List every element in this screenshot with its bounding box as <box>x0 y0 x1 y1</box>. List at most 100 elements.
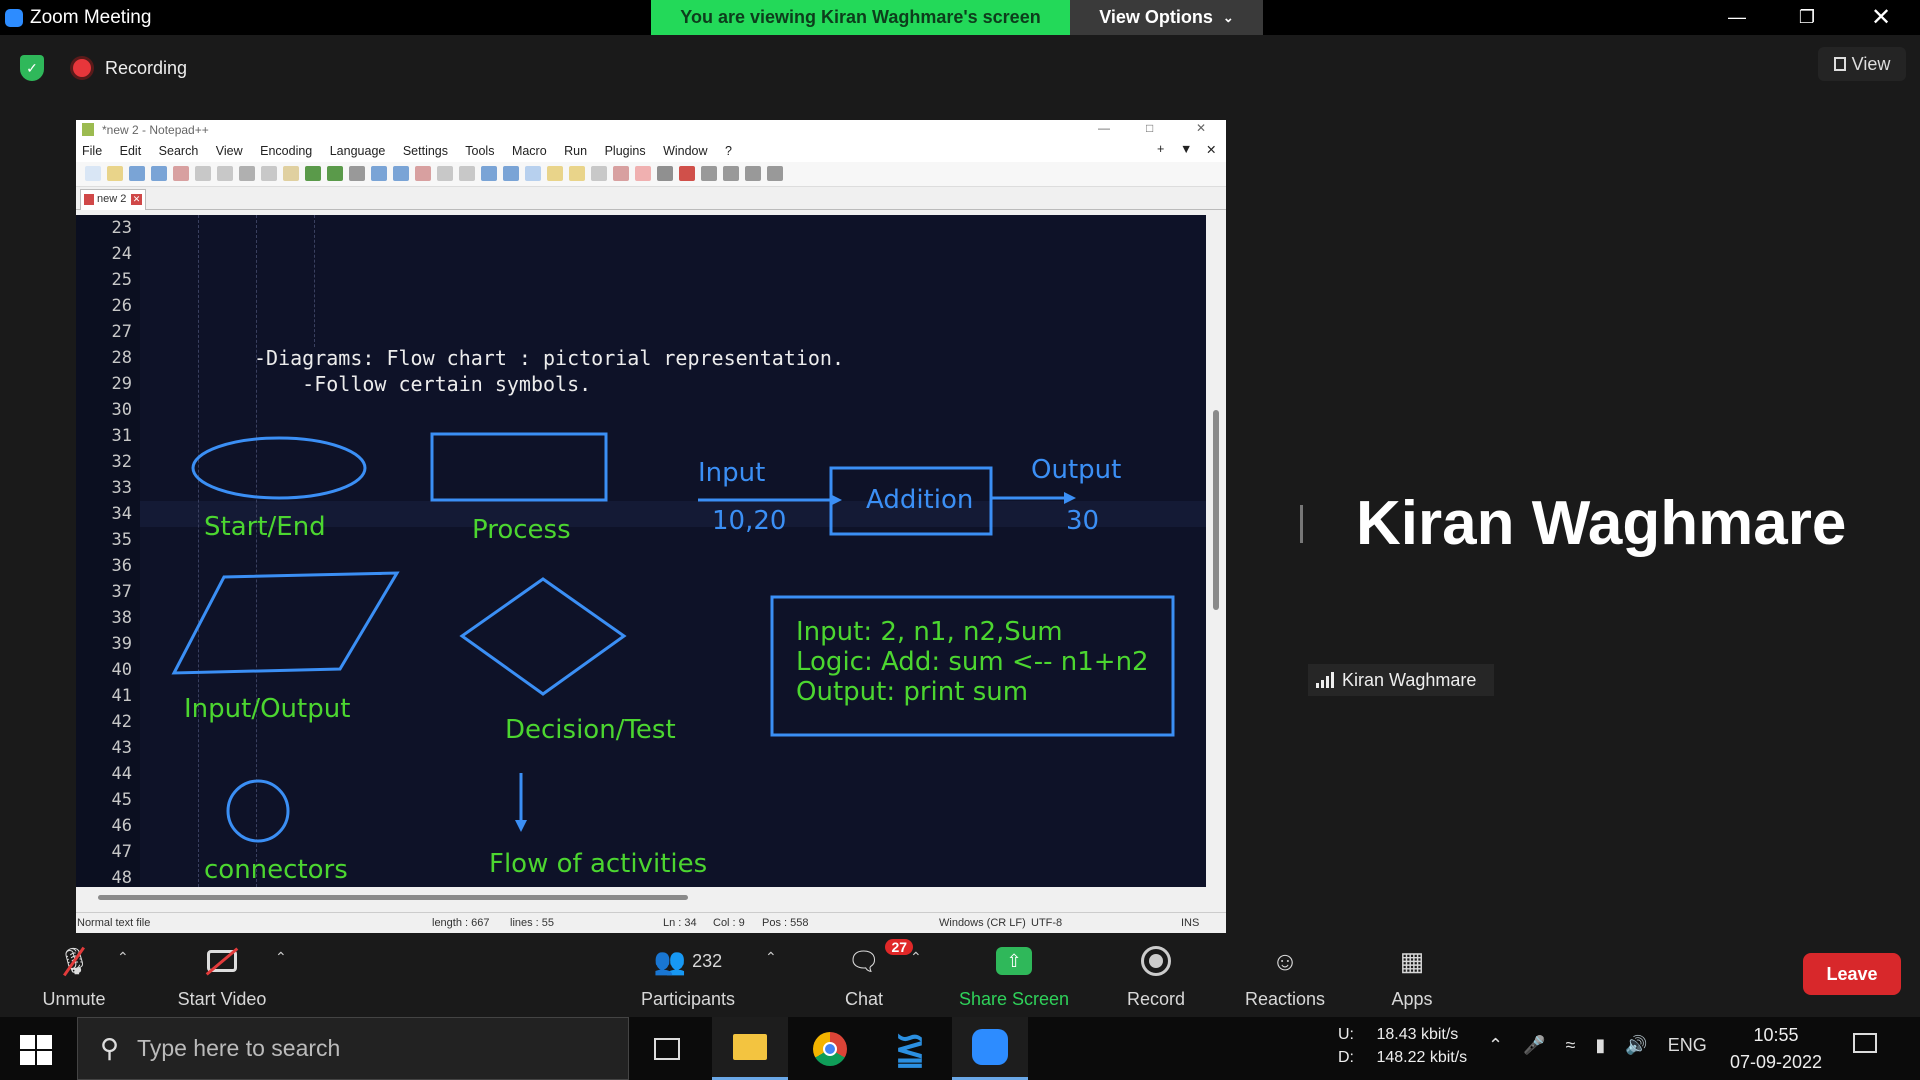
volume-icon[interactable]: 🔊 <box>1625 1035 1647 1056</box>
npp-tab-icon <box>84 194 94 205</box>
logic-box-text: Input: 2, n1, n2,Sum Logic: Add: sum <--… <box>796 617 1149 707</box>
vscode-icon[interactable]: ⪟ <box>872 1017 948 1080</box>
status-length: length : 667 <box>432 917 490 929</box>
file-explorer-icon[interactable] <box>712 1017 788 1080</box>
wifi-icon[interactable]: ≈ <box>1566 1035 1576 1056</box>
start-video-label: Start Video <box>177 989 267 1009</box>
npp-menu-plugins: Plugins <box>604 144 646 158</box>
status-ln: Ln : 34 <box>663 917 697 929</box>
npp-minimize-icon: — <box>1098 121 1110 135</box>
participants-count: 232 <box>692 950 723 971</box>
search-placeholder: Type here to search <box>137 1035 341 1061</box>
restore-button[interactable]: ❐ <box>1772 0 1842 35</box>
label-addition: Addition <box>866 485 974 515</box>
notification-icon[interactable] <box>1853 1033 1881 1061</box>
npp-title-bar: *new 2 - Notepad++ — □ ✕ <box>76 120 1226 140</box>
leave-button[interactable]: Leave <box>1803 953 1901 995</box>
clock-time: 10:55 <box>1753 1025 1799 1045</box>
view-button[interactable]: View <box>1818 47 1906 81</box>
microphone-icon[interactable]: 🎤 <box>1523 1035 1545 1056</box>
clock[interactable]: 10:55 07-09-2022 <box>1726 1022 1826 1076</box>
start-video-button[interactable]: Start Video <box>157 935 287 1017</box>
npp-menu-window: Window <box>663 144 708 158</box>
speaker-tag-label: Kiran Waghmare <box>1342 669 1477 690</box>
vertical-scroll-thumb <box>1213 410 1219 610</box>
recording-label: Recording <box>105 58 188 78</box>
start-end-ellipse <box>191 436 367 500</box>
npp-menu-settings: Settings <box>402 144 449 158</box>
chat-icon: 🗨 27 <box>847 939 914 979</box>
recording-icon <box>73 59 91 77</box>
label-input-output: Input/Output <box>184 694 351 724</box>
video-options-chevron-icon[interactable]: ⌃ <box>275 949 287 966</box>
output-arrow-head <box>1064 492 1076 504</box>
net-up-label: U: <box>1338 1026 1354 1043</box>
npp-menu-run: Run <box>564 144 588 158</box>
active-speaker-name: Kiran Waghmare <box>1356 489 1847 558</box>
app-title: Zoom Meeting <box>30 7 152 28</box>
share-screen-label: Share Screen <box>958 989 1070 1009</box>
reactions-button[interactable]: ☺ Reactions <box>1220 935 1350 1017</box>
chat-chevron-icon[interactable]: ⌃ <box>910 949 922 966</box>
share-screen-icon: ⇧ <box>996 947 1032 975</box>
npp-status-bar: Normal text file length : 667 lines : 55… <box>76 912 1226 933</box>
connector-circle <box>226 779 290 843</box>
unmute-label: Unmute <box>42 989 106 1009</box>
npp-menu-encoding: Encoding <box>260 144 313 158</box>
participants-chevron-icon[interactable]: ⌃ <box>765 949 777 966</box>
npp-menu-file: File <box>82 144 103 158</box>
apps-button[interactable]: ▦ Apps <box>1347 935 1477 1017</box>
close-button[interactable]: ✕ <box>1846 0 1916 35</box>
chat-button[interactable]: 🗨 27 Chat <box>799 935 929 1017</box>
share-screen-button[interactable]: ⇧ Share Screen <box>949 935 1079 1017</box>
view-label: View <box>1851 53 1891 74</box>
input-output-parallelogram <box>171 571 400 675</box>
status-ins: INS <box>1181 917 1200 929</box>
status-lines: lines : 55 <box>510 917 555 929</box>
record-icon <box>1141 943 1171 979</box>
label-output-value: 30 <box>1066 506 1100 536</box>
reactions-label: Reactions <box>1244 989 1326 1009</box>
npp-toolbar <box>76 162 1226 187</box>
view-options-button[interactable]: View Options ⌄ <box>1070 0 1263 35</box>
label-input: Input <box>698 458 766 488</box>
label-input-values: 10,20 <box>712 506 787 536</box>
chat-label: Chat <box>844 989 884 1009</box>
logic-line-1: Input: 2, n1, n2,Sum <box>796 617 1063 647</box>
chrome-icon[interactable] <box>792 1017 868 1080</box>
process-rectangle <box>430 432 608 502</box>
minimize-button[interactable]: — <box>1702 0 1772 35</box>
npp-tab-close-icon: ✕ <box>131 194 142 205</box>
audio-options-chevron-icon[interactable]: ⌃ <box>117 949 129 966</box>
chevron-up-icon[interactable]: ⌃ <box>1488 1035 1503 1056</box>
zoom-logo-icon <box>5 9 23 27</box>
security-shield-icon[interactable]: ✓ <box>20 55 44 81</box>
npp-menu-bar: File Edit Search View Encoding Language … <box>76 140 1226 162</box>
signal-bars-icon <box>1316 672 1334 688</box>
unmute-button[interactable]: 🎙 Unmute <box>9 935 139 1017</box>
npp-menu-help: ? <box>725 144 732 158</box>
search-icon: ⚲ <box>100 1033 120 1063</box>
chevron-down-icon: ⌄ <box>1222 9 1234 25</box>
npp-tab-label: new 2 <box>97 193 127 205</box>
npp-menu-items: File Edit Search View Encoding Language … <box>82 144 746 158</box>
npp-menu-view: View <box>215 144 243 158</box>
title-bar: Zoom Meeting You are viewing Kiran Waghm… <box>0 0 1920 35</box>
flowchart-drawing <box>171 432 1175 843</box>
zoom-taskbar-icon[interactable] <box>952 1017 1028 1080</box>
language-indicator[interactable]: ENG <box>1668 1035 1707 1056</box>
label-flow: Flow of activities <box>489 849 708 879</box>
muted-mic-icon: 🎙 <box>57 943 91 979</box>
vertical-scrollbar <box>1206 215 1226 887</box>
npp-menu-macro: Macro <box>511 144 547 158</box>
battery-icon[interactable]: ▮ <box>1595 1035 1605 1056</box>
npp-menu-tools: Tools <box>465 144 495 158</box>
npp-toolbar-icons <box>82 162 786 186</box>
flow-arrow-head <box>515 820 527 832</box>
task-view-icon[interactable] <box>629 1017 705 1080</box>
record-button[interactable]: Record <box>1091 935 1221 1017</box>
apps-icon: ▦ <box>1399 945 1425 976</box>
participants-button[interactable]: 👥 232 Participants <box>623 935 753 1017</box>
taskbar-search[interactable]: ⚲ Type here to search <box>77 1017 629 1080</box>
windows-start-icon[interactable] <box>20 1035 52 1065</box>
